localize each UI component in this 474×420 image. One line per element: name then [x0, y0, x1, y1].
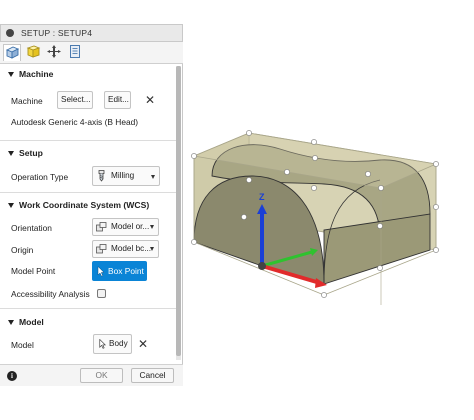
- machine-edit-button[interactable]: Edit...: [104, 91, 131, 109]
- cancel-button[interactable]: Cancel: [131, 368, 174, 383]
- model-orientation-icon: [96, 222, 107, 232]
- model-point-value: Box Point: [108, 266, 144, 276]
- cursor-arrow-icon: [97, 266, 105, 277]
- collapse-triangle-icon: [8, 72, 14, 77]
- collapse-triangle-icon: [8, 203, 14, 208]
- section-setup[interactable]: Setup: [0, 146, 176, 162]
- model-point-selector[interactable]: Box Point: [92, 261, 147, 281]
- dialog-title: SETUP : SETUP4: [21, 28, 93, 38]
- section-model[interactable]: Model: [0, 315, 176, 331]
- section-model-label: Model: [19, 317, 44, 327]
- accessibility-analysis-label: Accessibility Analysis: [11, 289, 90, 299]
- origin-value: Model bc...: [111, 244, 152, 253]
- stock-box-icon: [26, 45, 41, 58]
- scrollbar-thumb[interactable]: [176, 66, 181, 356]
- machine-select-label: Select...: [61, 95, 91, 104]
- post-process-icon: [70, 45, 80, 58]
- machine-name: Autodesk Generic 4-axis (B Head): [11, 117, 139, 127]
- model-value: Body: [109, 339, 128, 348]
- setup-cube-icon: [5, 46, 20, 59]
- orientation-value: Model or...: [111, 222, 150, 231]
- model-label: Model: [11, 340, 34, 350]
- tab-stock[interactable]: [25, 44, 43, 61]
- dialog-status-icon: [6, 29, 14, 37]
- section-setup-label: Setup: [19, 148, 43, 158]
- dialog-titlebar[interactable]: SETUP : SETUP4: [0, 24, 183, 42]
- machine-select-button[interactable]: Select...: [57, 91, 93, 109]
- model-point-label: Model Point: [11, 266, 56, 276]
- section-machine[interactable]: Machine: [0, 67, 176, 83]
- operation-type-value: Milling: [111, 171, 135, 180]
- section-wcs[interactable]: Work Coordinate System (WCS): [0, 198, 176, 214]
- ok-button[interactable]: OK: [80, 368, 123, 383]
- origin-label: Origin: [11, 245, 34, 255]
- tab-post-process[interactable]: [46, 44, 64, 61]
- collapse-triangle-icon: [8, 151, 14, 156]
- chevron-down-icon: [150, 225, 154, 229]
- section-machine-label: Machine: [19, 69, 54, 79]
- orientation-dropdown[interactable]: Model or...: [92, 218, 159, 236]
- origin-dropdown[interactable]: Model bc...: [92, 240, 159, 258]
- move-arrows-icon: [47, 45, 61, 58]
- tab-parameters[interactable]: [67, 44, 85, 61]
- clear-machine-icon[interactable]: ✕: [145, 94, 155, 106]
- model-box-icon: [96, 244, 107, 254]
- dialog-footer: i OK Cancel: [0, 364, 183, 386]
- accessibility-analysis-checkbox[interactable]: [97, 289, 106, 298]
- chevron-down-icon: [150, 247, 154, 251]
- milling-icon: [98, 170, 105, 182]
- collapse-triangle-icon: [8, 320, 14, 325]
- cursor-arrow-icon: [99, 339, 106, 349]
- section-divider: [0, 140, 176, 141]
- tab-setup[interactable]: [3, 44, 21, 61]
- operation-type-dropdown[interactable]: Milling: [92, 166, 160, 186]
- operation-type-label: Operation Type: [11, 172, 69, 182]
- model-viewport[interactable]: Z: [186, 120, 446, 305]
- dialog-tabs: [0, 42, 183, 64]
- section-divider: [0, 308, 176, 309]
- model-body-selector[interactable]: Body: [93, 334, 132, 354]
- orientation-label: Orientation: [11, 223, 52, 233]
- dialog-scrollbar[interactable]: [176, 66, 181, 360]
- chevron-down-icon: [151, 175, 155, 179]
- section-divider: [0, 192, 176, 193]
- axis-z-label: Z: [259, 192, 265, 202]
- clear-model-icon[interactable]: ✕: [138, 338, 148, 350]
- section-wcs-label: Work Coordinate System (WCS): [19, 200, 150, 210]
- info-icon[interactable]: i: [7, 371, 17, 381]
- machine-edit-label: Edit...: [108, 95, 129, 104]
- machine-label: Machine: [11, 96, 43, 106]
